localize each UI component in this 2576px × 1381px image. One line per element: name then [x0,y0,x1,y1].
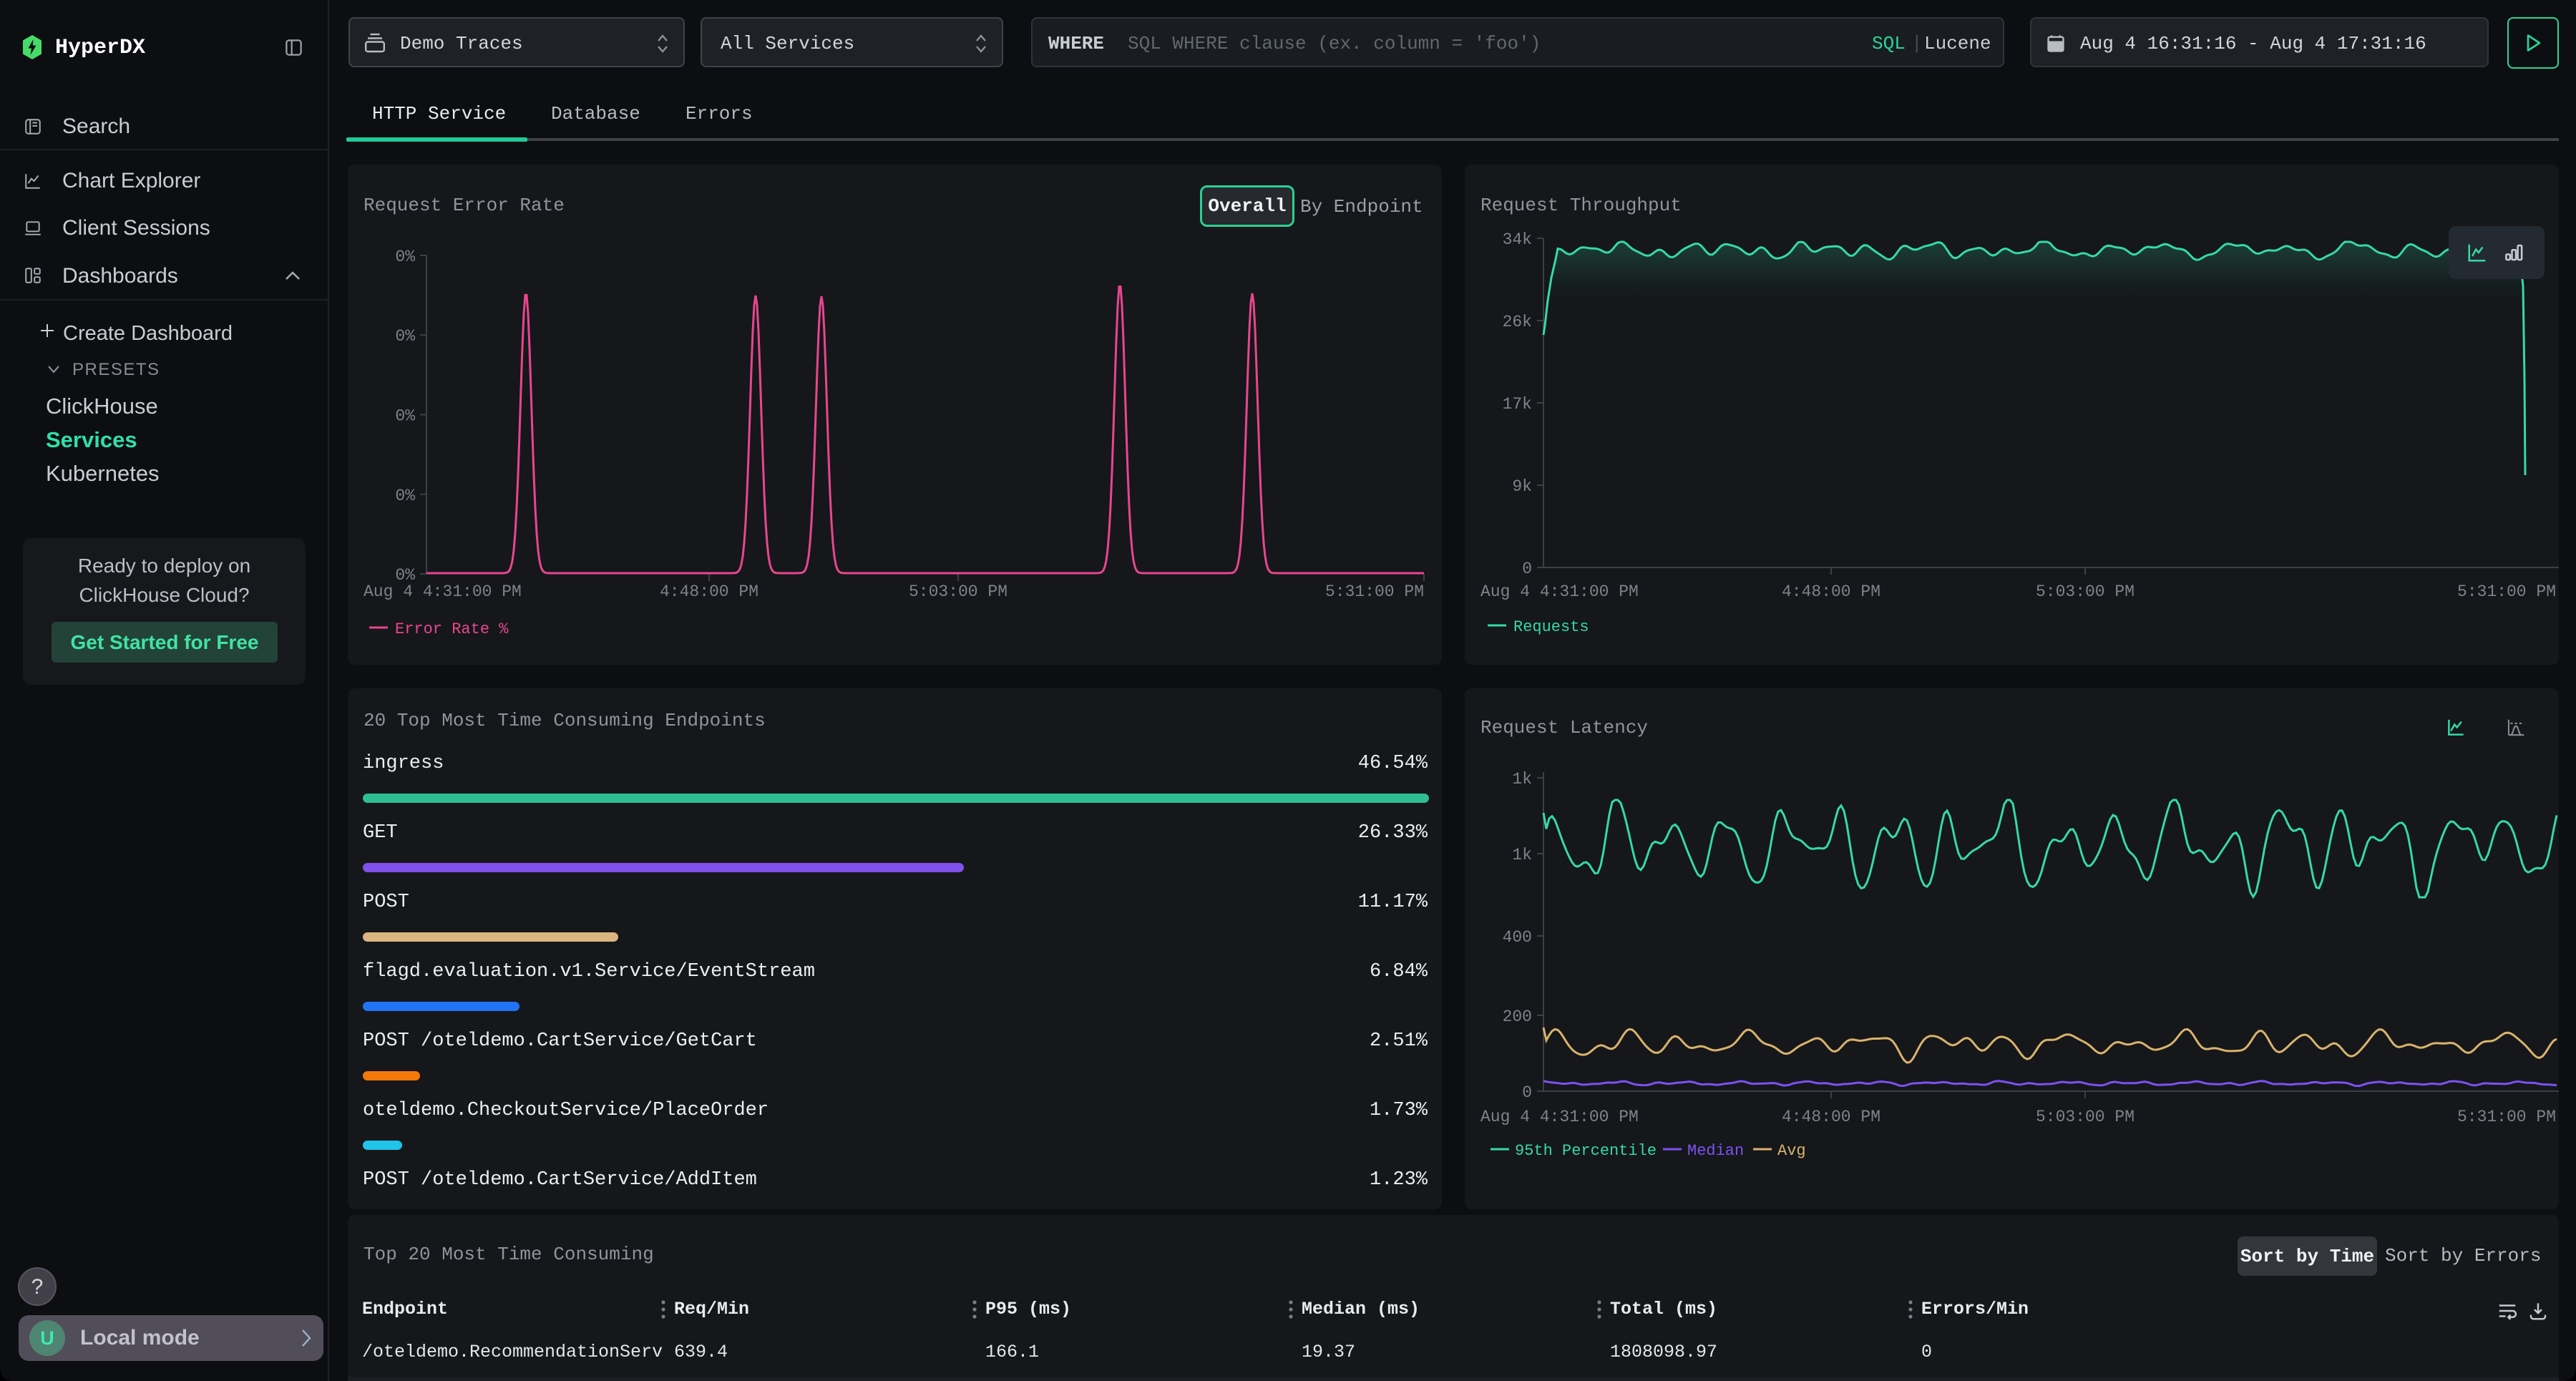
svg-text:Avg: Avg [1777,1142,1806,1160]
svg-text:5:31:00 PM: 5:31:00 PM [2457,582,2556,601]
svg-text:1k: 1k [1512,846,1532,864]
svg-text:5:03:00 PM: 5:03:00 PM [2036,582,2135,601]
svg-text:5:03:00 PM: 5:03:00 PM [2036,1108,2135,1126]
svg-text:0%: 0% [395,327,415,346]
svg-text:95th Percentile: 95th Percentile [1515,1142,1657,1160]
svg-text:Median: Median [1687,1142,1744,1160]
svg-text:5:03:00 PM: 5:03:00 PM [909,582,1008,601]
svg-text:4:48:00 PM: 4:48:00 PM [660,582,758,601]
svg-text:Requests: Requests [1513,618,1589,636]
svg-text:5:31:00 PM: 5:31:00 PM [1325,582,1424,601]
svg-text:34k: 34k [1503,230,1532,249]
svg-text:4:48:00 PM: 4:48:00 PM [1782,582,1880,601]
svg-text:Aug 4 4:31:00 PM: Aug 4 4:31:00 PM [1480,1108,1639,1126]
svg-text:17k: 17k [1503,395,1532,414]
svg-text:4:48:00 PM: 4:48:00 PM [1782,1108,1880,1126]
svg-text:400: 400 [1503,928,1532,947]
svg-text:Aug 4 4:31:00 PM: Aug 4 4:31:00 PM [1480,582,1639,601]
svg-text:0%: 0% [395,487,415,505]
svg-text:0: 0 [1522,1083,1532,1102]
svg-text:0: 0 [1522,560,1532,578]
svg-text:0%: 0% [395,248,415,266]
svg-text:26k: 26k [1503,313,1532,331]
svg-text:5:31:00 PM: 5:31:00 PM [2457,1108,2556,1126]
svg-text:Aug 4 4:31:00 PM: Aug 4 4:31:00 PM [364,582,522,601]
svg-text:Error Rate %: Error Rate % [395,620,509,638]
svg-text:200: 200 [1503,1007,1532,1026]
svg-text:0%: 0% [395,407,415,426]
svg-text:1k: 1k [1512,770,1532,789]
svg-text:9k: 9k [1512,477,1532,496]
